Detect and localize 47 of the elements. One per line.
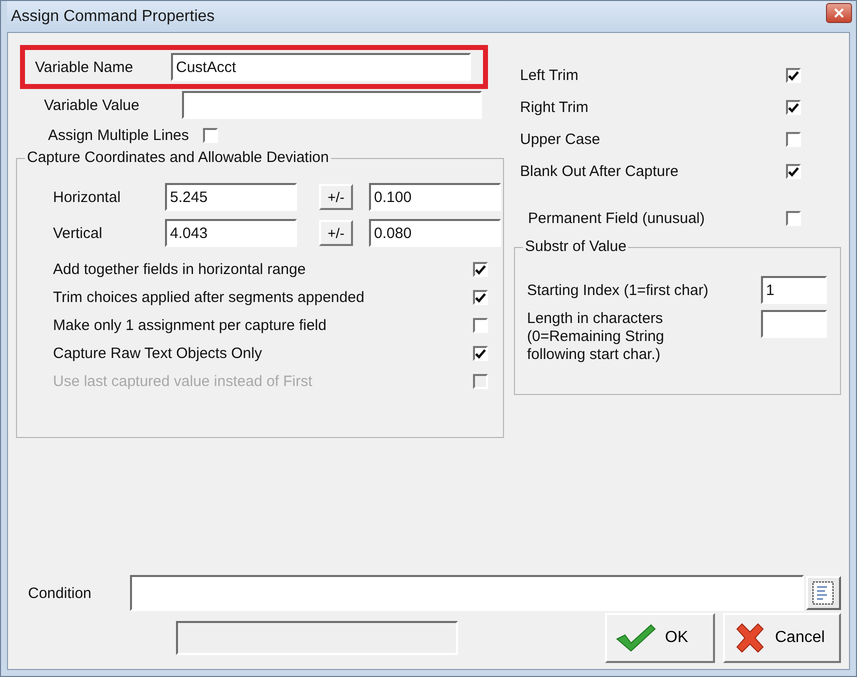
starting-index-field[interactable]: 1 [761,276,827,304]
checkbox[interactable] [786,100,801,115]
variable-value-field[interactable] [182,91,482,119]
length-field[interactable] [761,310,827,338]
deviation-field[interactable]: 0.100 [369,183,501,211]
checkbox-label: Make only 1 assignment per capture field [53,317,328,334]
field-label: Condition [28,584,92,602]
checkbox-label: Blank Out After Capture [520,163,680,180]
checkbox-label: Add together fields in horizontal range [53,261,307,278]
checkbox-label: Capture Raw Text Objects Only [53,345,263,362]
checkbox[interactable] [786,211,801,226]
deviation-button[interactable]: +/- [319,220,353,246]
checkbox[interactable] [786,68,801,83]
coordinate-field[interactable]: 4.043 [165,219,297,247]
field-label: Variable Value [44,96,140,114]
checkbox-label: Assign Multiple Lines [48,127,189,144]
checkbox[interactable] [786,164,801,179]
checkbox-label: Right Trim [520,99,590,116]
checkbox[interactable] [473,346,488,361]
field-label: Horizontal [53,188,122,206]
checkbox[interactable] [786,132,801,147]
deviation-button[interactable]: +/- [319,184,353,210]
field-label: Vertical [53,224,104,242]
condition-field[interactable] [130,575,804,611]
checkbox[interactable] [202,128,218,143]
group-title: Capture Coordinates and Allowable Deviation [25,149,331,166]
field-label: Starting Index (1=first char) [527,282,710,298]
checkbox-label: Upper Case [520,131,602,148]
field-label: Variable Name [35,58,134,76]
field-label: Length in characters (0=Remaining String following start char.) [527,310,666,364]
deviation-field[interactable]: 0.080 [369,219,501,247]
coordinate-field[interactable]: 5.245 [165,183,297,211]
close-icon [834,8,844,18]
list-icon[interactable] [806,576,841,610]
checkbox-label: Left Trim [520,67,580,84]
cancel-button[interactable]: Cancel [723,613,841,663]
checkbox-label: Permanent Field (unusual) [528,210,706,227]
checkbox-label: Trim choices applied after segments appended [53,289,366,306]
checkbox[interactable] [473,318,488,333]
window-title: Assign Command Properties [11,8,215,26]
variable-name-field[interactable]: CustAcct [171,53,471,81]
checkbox[interactable] [473,290,488,305]
close-button[interactable] [826,2,852,22]
checkbox-label: Use last captured value instead of First [53,373,314,390]
checkbox[interactable] [473,262,488,277]
checkmark-icon [615,623,657,653]
ok-button[interactable]: OK [605,613,715,663]
